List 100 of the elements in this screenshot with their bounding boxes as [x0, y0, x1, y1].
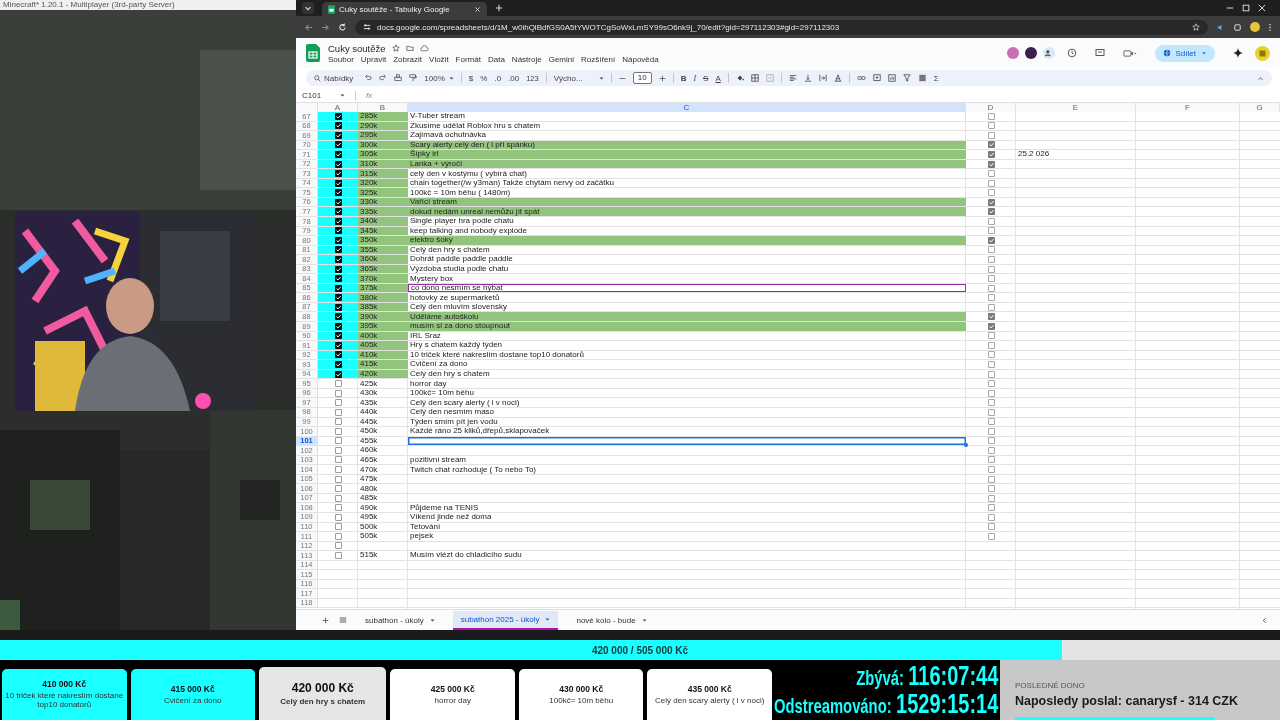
checkbox[interactable] [987, 284, 995, 292]
close-icon[interactable] [474, 5, 481, 13]
checkbox[interactable] [334, 389, 342, 397]
sheet-tab[interactable]: subathon 2025 - úkoly [452, 610, 559, 630]
checkbox[interactable] [987, 275, 995, 283]
checkbox[interactable] [334, 141, 342, 149]
rotate-text-icon[interactable] [833, 74, 842, 82]
checkbox[interactable] [334, 265, 342, 273]
checkbox[interactable] [987, 189, 995, 197]
all-sheets-icon[interactable] [339, 616, 347, 624]
checkbox[interactable] [334, 198, 342, 206]
folder-icon[interactable] [405, 44, 414, 52]
checkbox[interactable] [334, 217, 342, 225]
history-icon[interactable] [1066, 48, 1077, 58]
font-size-field[interactable]: 10 [632, 72, 652, 84]
checkbox[interactable] [334, 513, 342, 521]
align-icon[interactable] [788, 74, 797, 82]
checkbox[interactable] [334, 303, 342, 311]
checkbox[interactable] [987, 246, 995, 254]
chart-icon[interactable] [887, 74, 896, 82]
checkbox[interactable] [987, 217, 995, 225]
plus-icon[interactable] [658, 74, 666, 82]
checkbox[interactable] [987, 494, 995, 502]
column-header[interactable]: C [408, 103, 966, 112]
checkbox[interactable] [334, 131, 342, 139]
profile-avatar-icon[interactable] [1250, 22, 1260, 32]
checkbox[interactable] [334, 246, 342, 254]
checkbox[interactable] [987, 294, 995, 302]
borders-icon[interactable] [750, 74, 759, 82]
checkbox[interactable] [334, 112, 342, 120]
checkbox[interactable] [987, 523, 995, 531]
checkbox[interactable] [334, 322, 342, 330]
cloud-icon[interactable] [419, 44, 429, 52]
checkbox[interactable] [987, 179, 995, 187]
checkbox[interactable] [987, 313, 995, 321]
checkbox[interactable] [987, 504, 995, 512]
checkbox[interactable] [334, 275, 342, 283]
checkbox[interactable] [334, 208, 342, 216]
checkbox[interactable] [334, 150, 342, 158]
extensions-icon[interactable] [1233, 22, 1242, 32]
video-call-icon[interactable] [1122, 48, 1137, 58]
checkbox[interactable] [987, 198, 995, 206]
checkbox[interactable] [987, 255, 995, 263]
sparkle-icon[interactable] [1233, 48, 1243, 58]
checkbox[interactable] [334, 523, 342, 531]
checkbox[interactable] [987, 370, 995, 378]
text-color-button[interactable]: A [715, 73, 721, 83]
link-icon[interactable] [856, 74, 866, 82]
site-settings-icon[interactable] [363, 23, 371, 31]
name-box[interactable]: C101 [302, 90, 334, 100]
sheet-tab[interactable]: nové kolo - bude [568, 611, 655, 629]
vertical-align-icon[interactable] [803, 74, 812, 82]
avatar-icon[interactable] [1024, 47, 1037, 59]
checkbox[interactable] [334, 255, 342, 263]
checkbox[interactable] [987, 160, 995, 168]
filter-views-icon[interactable] [917, 74, 927, 82]
checkbox[interactable] [334, 313, 342, 321]
menu-item[interactable]: Rozšíření [581, 55, 616, 64]
checkbox[interactable] [987, 446, 995, 454]
collapse-icon[interactable] [1257, 74, 1264, 82]
checkbox[interactable] [987, 466, 995, 473]
checkbox[interactable] [987, 170, 995, 178]
checkbox[interactable] [987, 532, 995, 540]
checkbox[interactable] [334, 446, 342, 454]
checkbox[interactable] [987, 389, 995, 397]
checkbox[interactable] [334, 456, 342, 464]
checkbox[interactable] [987, 227, 995, 235]
new-tab-icon[interactable] [495, 4, 503, 12]
reload-icon[interactable] [338, 22, 347, 32]
checkbox[interactable] [987, 427, 995, 435]
paint-format-icon[interactable] [409, 74, 418, 82]
checkbox[interactable] [334, 437, 342, 445]
menu-item[interactable]: Zobrazit [393, 55, 423, 64]
italic-button[interactable]: I [693, 73, 697, 83]
checkbox[interactable] [987, 341, 995, 349]
tab-list-button[interactable] [302, 2, 314, 14]
checkbox[interactable] [334, 122, 342, 130]
checkbox[interactable] [987, 380, 995, 388]
checkbox[interactable] [987, 303, 995, 311]
checkbox[interactable] [334, 284, 342, 292]
checkbox[interactable] [987, 141, 995, 149]
menu-item[interactable]: Formát [455, 55, 481, 64]
checkbox[interactable] [334, 542, 342, 550]
checkbox[interactable] [334, 418, 342, 426]
menu-item[interactable]: Vložit [429, 55, 449, 64]
checkbox[interactable] [334, 189, 342, 197]
checkbox[interactable] [334, 332, 342, 340]
checkbox[interactable] [987, 236, 995, 244]
zoom-dropdown[interactable]: 100% [424, 73, 454, 83]
checkbox[interactable] [987, 513, 995, 521]
checkbox[interactable] [987, 418, 995, 426]
address-field[interactable]: docs.google.com/spreadsheets/d/1M_w0ihQlBdfGS0A5tYWOTCgSoWxLmSY99sO6nk9j_70/edit?gid=297112303#gid=297112303 [355, 19, 1208, 35]
menu-icon[interactable] [1268, 22, 1272, 32]
browser-tab[interactable]: Cuky soutěže - Tabulky Google [322, 2, 487, 16]
menu-item[interactable]: Nápověda [622, 55, 659, 64]
checkbox[interactable] [987, 208, 995, 216]
checkbox[interactable] [334, 341, 342, 349]
checkbox[interactable] [987, 122, 995, 130]
functions-button[interactable]: Σ [933, 73, 939, 83]
decrease-decimal-button[interactable]: .0 [494, 73, 502, 83]
